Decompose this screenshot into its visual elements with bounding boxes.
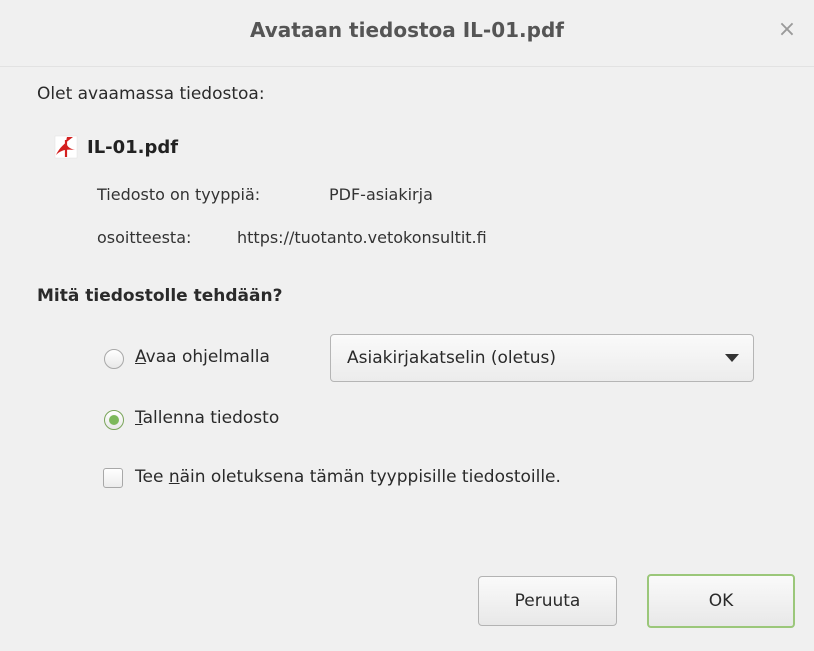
open-file-dialog: Avataan tiedostoa IL-01.pdf × Olet avaam… (0, 0, 814, 651)
save-file-radio[interactable] (104, 410, 124, 430)
remember-choice-label[interactable]: Tee näin oletuksena tämän tyyppisille ti… (135, 467, 561, 487)
file-type-value: PDF-asiakirja (329, 185, 433, 204)
remember-choice-label-end: äin oletuksena tämän tyyppisille tiedost… (179, 467, 561, 487)
file-source-value: https://tuotanto.vetokonsultit.fi (237, 228, 487, 247)
ok-button[interactable]: OK (647, 574, 795, 628)
application-select-value: Asiakirjakatselin (oletus) (347, 348, 557, 368)
file-row: IL-01.pdf (53, 133, 178, 161)
open-with-label[interactable]: Avaa ohjelmalla (135, 347, 270, 367)
save-file-label[interactable]: Tallenna tiedosto (135, 408, 279, 428)
intro-text: Olet avaamassa tiedostoa: (37, 84, 265, 104)
cancel-button[interactable]: Peruuta (478, 576, 617, 626)
application-select[interactable]: Asiakirjakatselin (oletus) (330, 334, 754, 382)
remember-choice-mnemonic: n (168, 467, 180, 487)
title-bar: Avataan tiedostoa IL-01.pdf × (0, 0, 814, 67)
chevron-down-icon (725, 354, 739, 362)
pdf-file-icon (53, 134, 79, 160)
remember-choice-checkbox[interactable] (103, 468, 123, 488)
close-icon[interactable]: × (774, 17, 800, 43)
remember-choice-label-start: Tee (135, 467, 169, 487)
file-type-label: Tiedosto on tyyppiä: (97, 185, 261, 204)
action-question: Mitä tiedostolle tehdään? (37, 286, 283, 306)
open-with-radio[interactable] (104, 349, 124, 369)
file-source-label: osoitteesta: (97, 228, 192, 247)
dialog-title: Avataan tiedostoa IL-01.pdf (249, 18, 564, 42)
file-name: IL-01.pdf (87, 136, 179, 158)
